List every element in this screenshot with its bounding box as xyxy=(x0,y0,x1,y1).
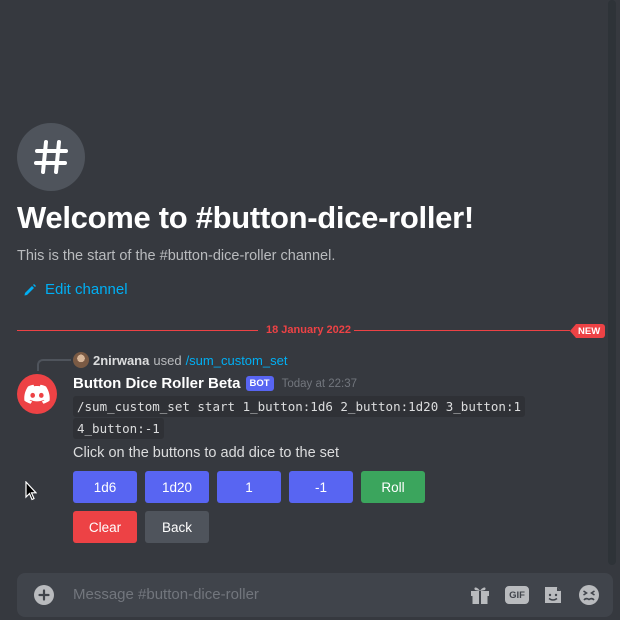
reply-username[interactable]: 2nirwana xyxy=(93,353,149,368)
message-input[interactable]: Message #button-dice-roller xyxy=(73,586,259,603)
channel-hash-avatar xyxy=(17,123,85,191)
divider-date: 18 January 2022 xyxy=(266,324,352,336)
clear-button[interactable]: Clear xyxy=(73,511,137,543)
message-composer[interactable]: Message #button-dice-roller GIF xyxy=(17,573,613,617)
mouse-cursor-icon xyxy=(25,480,38,506)
command-code-line-2: 4_button:-1 xyxy=(73,418,164,439)
bot-username[interactable]: Button Dice Roller Beta xyxy=(73,375,241,392)
hash-icon xyxy=(34,140,68,174)
message-timestamp: Today at 22:37 xyxy=(281,377,358,390)
edit-channel-link[interactable]: Edit channel xyxy=(23,281,128,298)
emoji-icon[interactable] xyxy=(577,583,601,607)
sticker-icon[interactable] xyxy=(542,584,564,606)
gif-icon[interactable]: GIF xyxy=(505,586,529,604)
divider-line-right xyxy=(354,330,570,331)
modifier-minus-1-button[interactable]: -1 xyxy=(289,471,353,503)
bot-tag-badge: BOT xyxy=(245,376,274,391)
divider-line-left xyxy=(17,330,258,331)
reply-used-text: used xyxy=(153,352,182,368)
discord-logo-icon xyxy=(24,384,50,404)
command-code-line-1: /sum_custom_set start 1_button:1d6 2_but… xyxy=(73,396,526,417)
modifier-plus-1-button[interactable]: 1 xyxy=(217,471,281,503)
dice-1d20-button[interactable]: 1d20 xyxy=(145,471,209,503)
edit-channel-label: Edit channel xyxy=(45,281,128,298)
reply-connector xyxy=(37,359,71,371)
reply-context[interactable]: 2nirwana used /sum_custom_set xyxy=(73,352,287,368)
back-button[interactable]: Back xyxy=(145,511,209,543)
pencil-icon xyxy=(24,283,36,295)
scrollbar-track[interactable] xyxy=(608,0,616,565)
bot-avatar[interactable] xyxy=(17,374,57,414)
gift-icon[interactable] xyxy=(468,583,492,607)
plus-icon[interactable] xyxy=(34,585,54,605)
instruction-text: Click on the buttons to add dice to the … xyxy=(73,445,339,461)
reply-user-avatar[interactable] xyxy=(73,352,89,368)
message-header: Button Dice Roller Beta BOT Today at 22:… xyxy=(73,375,357,392)
welcome-subtitle: This is the start of the #button-dice-ro… xyxy=(17,248,336,264)
reply-command[interactable]: /sum_custom_set xyxy=(186,353,288,368)
roll-button[interactable]: Roll xyxy=(361,471,425,503)
date-divider: 18 January 2022 NEW xyxy=(17,322,606,340)
new-badge: NEW xyxy=(570,324,606,338)
dice-1d6-button[interactable]: 1d6 xyxy=(73,471,137,503)
welcome-title: Welcome to #button-dice-roller! xyxy=(17,200,474,235)
